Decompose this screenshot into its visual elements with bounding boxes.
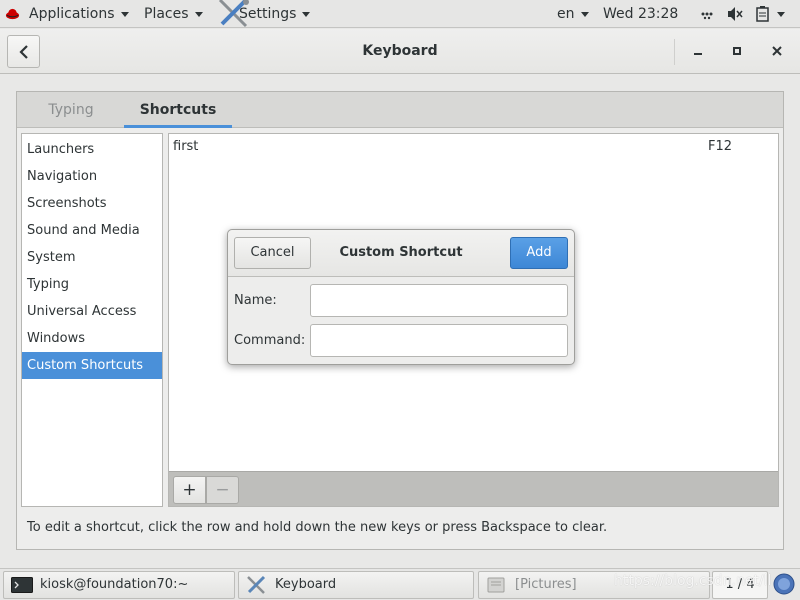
terminal-icon: [11, 577, 33, 593]
clock-label: Wed 23:28: [603, 6, 679, 22]
chevron-down-icon: [580, 11, 589, 17]
close-icon[interactable]: [767, 41, 787, 61]
battery-icon[interactable]: [755, 5, 771, 23]
shortcut-row[interactable]: first F12: [169, 136, 778, 158]
task-terminal[interactable]: kiosk@foundation70:~: [3, 571, 235, 599]
tab-typing[interactable]: Typing: [35, 92, 107, 128]
language-label: en: [557, 6, 575, 22]
settings-menu[interactable]: Settings: [239, 0, 311, 28]
maximize-icon[interactable]: [727, 41, 747, 61]
task-label: Keyboard: [275, 577, 337, 592]
custom-shortcut-dialog: Cancel Custom Shortcut Add Name: Command…: [227, 229, 575, 365]
name-label: Name:: [234, 293, 277, 308]
bottom-taskbar: kiosk@foundation70:~ Keyboard [Pictures]…: [0, 568, 800, 600]
applications-menu-label: Applications: [29, 6, 115, 22]
system-menu-chevron-icon[interactable]: [777, 12, 785, 17]
chevron-down-icon: [120, 11, 129, 17]
settings-menu-label: Settings: [239, 6, 297, 22]
redhat-logo-icon: [5, 8, 20, 20]
shortcut-accelerator: F12: [708, 139, 733, 154]
category-item-typing[interactable]: Typing: [22, 271, 162, 298]
file-manager-icon: [487, 577, 505, 593]
remove-shortcut-button[interactable]: −: [206, 476, 239, 504]
category-item-sound-and-media[interactable]: Sound and Media: [22, 217, 162, 244]
settings-tools-icon: [247, 575, 266, 594]
dialog-header: Cancel Custom Shortcut Add: [228, 230, 574, 277]
task-label: kiosk@foundation70:~: [40, 577, 189, 592]
places-menu[interactable]: Places: [144, 0, 203, 28]
shortcut-list-toolbar: + −: [169, 471, 778, 506]
minimize-icon[interactable]: [688, 41, 708, 61]
edit-hint-text: To edit a shortcut, click the row and ho…: [27, 520, 608, 535]
category-item-custom-shortcuts[interactable]: Custom Shortcuts: [22, 352, 162, 379]
top-panel: Applications Places Settings en Wed 23:2…: [0, 0, 800, 28]
tab-strip: Typing Shortcuts: [17, 92, 783, 128]
shortcut-category-list: Launchers Navigation Screenshots Sound a…: [21, 133, 163, 507]
command-field[interactable]: [310, 324, 568, 357]
network-icon[interactable]: [700, 5, 714, 23]
task-label: [Pictures]: [515, 577, 577, 592]
chevron-down-icon: [302, 11, 311, 17]
tab-shortcuts[interactable]: Shortcuts: [124, 92, 232, 128]
volume-muted-icon[interactable]: [726, 5, 744, 23]
window-headerbar: Keyboard: [0, 29, 800, 74]
command-label: Command:: [234, 333, 306, 348]
add-shortcut-button[interactable]: +: [173, 476, 206, 504]
category-item-screenshots[interactable]: Screenshots: [22, 190, 162, 217]
category-item-universal-access[interactable]: Universal Access: [22, 298, 162, 325]
applications-menu[interactable]: Applications: [29, 0, 129, 28]
headerbar-separator: [674, 39, 675, 65]
category-item-windows[interactable]: Windows: [22, 325, 162, 352]
watermark-text: https://blog.csdn.net/ll: [614, 573, 772, 589]
task-keyboard[interactable]: Keyboard: [238, 571, 474, 599]
clock[interactable]: Wed 23:28: [603, 0, 678, 28]
window-title: Keyboard: [362, 43, 438, 59]
name-field[interactable]: [310, 284, 568, 317]
add-button[interactable]: Add: [510, 237, 568, 269]
language-indicator[interactable]: en: [557, 0, 589, 28]
category-item-system[interactable]: System: [22, 244, 162, 271]
chevron-down-icon: [194, 11, 203, 17]
notifications-icon[interactable]: [773, 573, 795, 595]
places-menu-label: Places: [144, 6, 189, 22]
category-item-launchers[interactable]: Launchers: [22, 136, 162, 163]
category-item-navigation[interactable]: Navigation: [22, 163, 162, 190]
shortcut-name: first: [173, 139, 199, 154]
